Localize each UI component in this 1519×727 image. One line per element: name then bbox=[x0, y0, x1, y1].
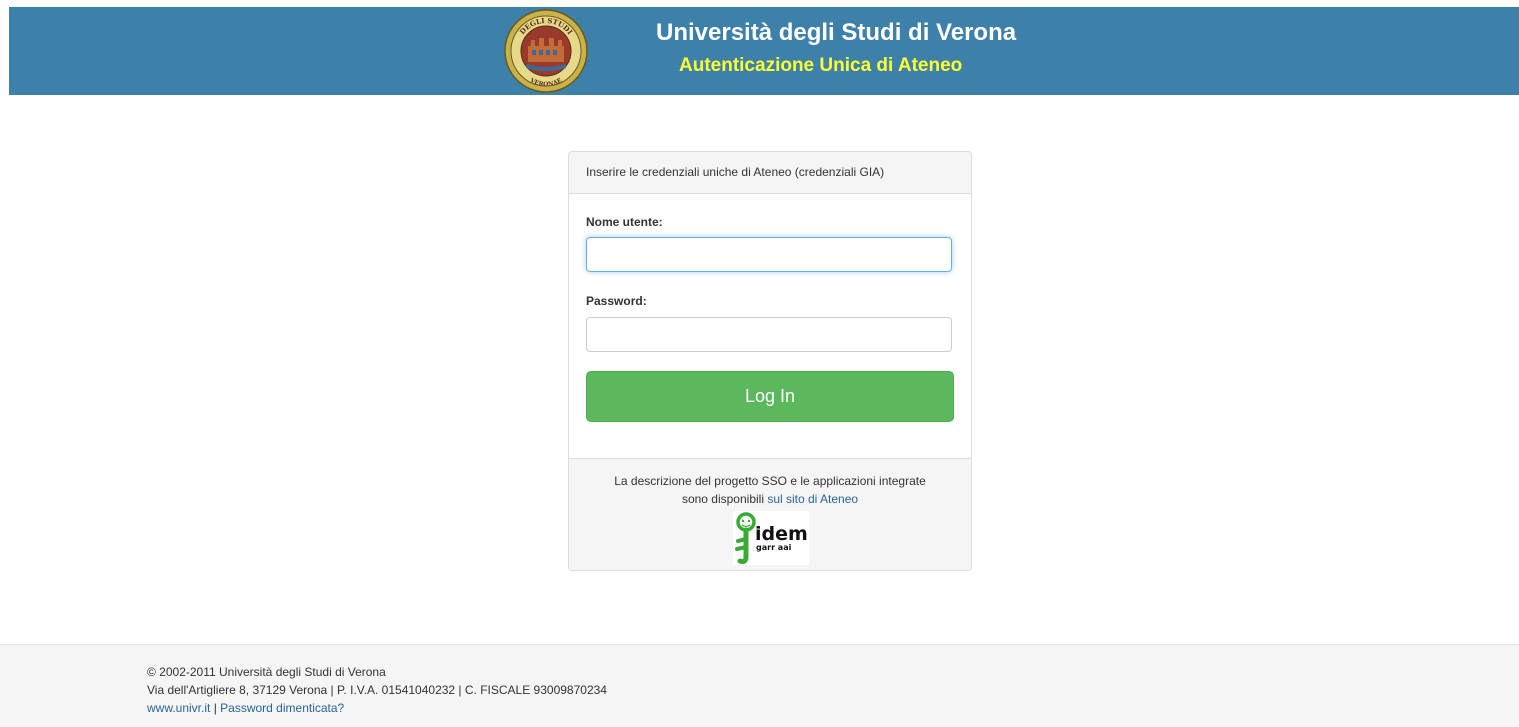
login-panel-heading: Inserire le credenziali uniche di Ateneo… bbox=[569, 152, 971, 194]
university-seal-logo: DEGLI STUDI VERONAE bbox=[504, 9, 588, 93]
password-input[interactable] bbox=[586, 317, 952, 352]
header-bar: DEGLI STUDI VERONAE Università degli Stu… bbox=[9, 7, 1519, 95]
footer-links: www.univr.it | Password dimenticata? bbox=[147, 699, 607, 717]
username-input[interactable] bbox=[586, 237, 952, 272]
sso-description-line1: La descrizione del progetto SSO e le app… bbox=[614, 474, 926, 488]
sso-description: La descrizione del progetto SSO e le app… bbox=[569, 472, 971, 508]
idem-garr-aai-logo[interactable]: idem garr aai bbox=[733, 511, 809, 565]
login-panel-footer: La descrizione del progetto SSO e le app… bbox=[569, 458, 971, 570]
page-footer: © 2002-2011 Università degli Studi di Ve… bbox=[0, 644, 1519, 727]
footer-content: © 2002-2011 Università degli Studi di Ve… bbox=[147, 663, 607, 717]
forgot-password-link[interactable]: Password dimenticata? bbox=[220, 701, 344, 715]
login-button[interactable]: Log In bbox=[586, 371, 954, 422]
login-panel: Inserire le credenziali uniche di Ateneo… bbox=[568, 151, 972, 571]
univr-site-link[interactable]: www.univr.it bbox=[147, 701, 210, 715]
username-label: Nome utente: bbox=[586, 215, 663, 229]
ateneo-site-link[interactable]: sul sito di Ateneo bbox=[767, 492, 858, 506]
service-subtitle: Autenticazione Unica di Ateneo bbox=[679, 55, 963, 76]
svg-text:garr aai: garr aai bbox=[756, 543, 792, 552]
footer-copyright: © 2002-2011 Università degli Studi di Ve… bbox=[147, 665, 386, 679]
university-title: Università degli Studi di Verona bbox=[656, 19, 1017, 46]
login-form: Nome utente: Password: Log In bbox=[569, 194, 971, 458]
sso-description-line2: sono disponibili bbox=[681, 492, 768, 506]
svg-text:idem: idem bbox=[755, 523, 808, 545]
password-label: Password: bbox=[586, 294, 647, 308]
footer-link-separator: | bbox=[210, 701, 221, 715]
footer-address: Via dell'Artigliere 8, 37129 Verona | P.… bbox=[147, 683, 607, 697]
